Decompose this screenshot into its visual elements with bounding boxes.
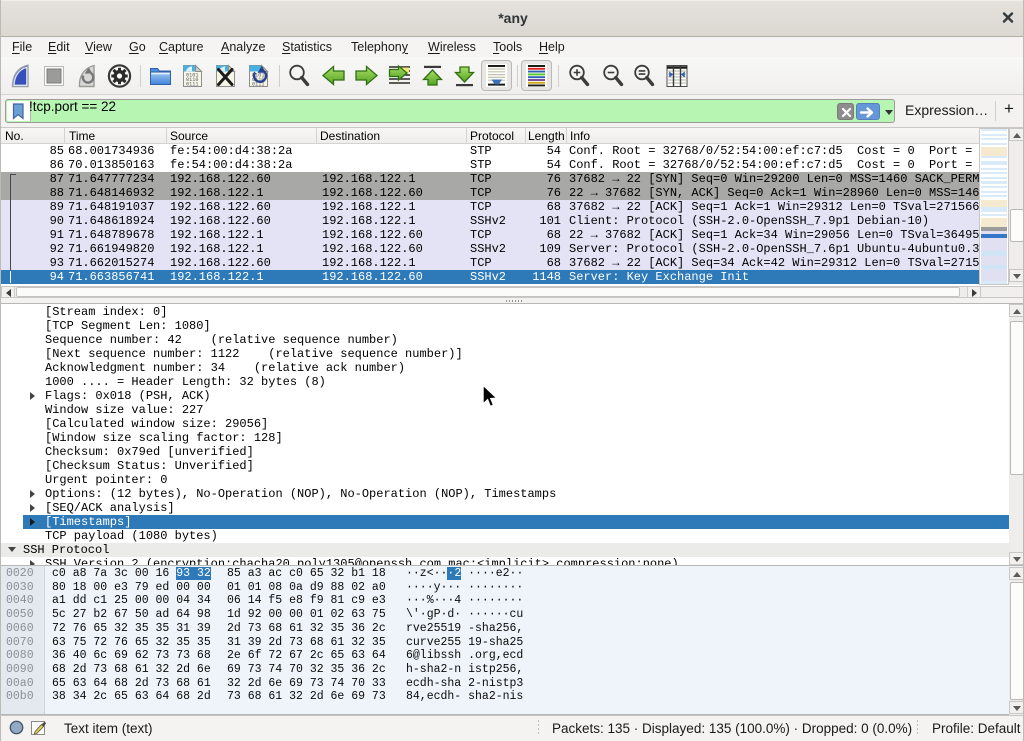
svg-text:0111: 0111 <box>186 82 198 88</box>
